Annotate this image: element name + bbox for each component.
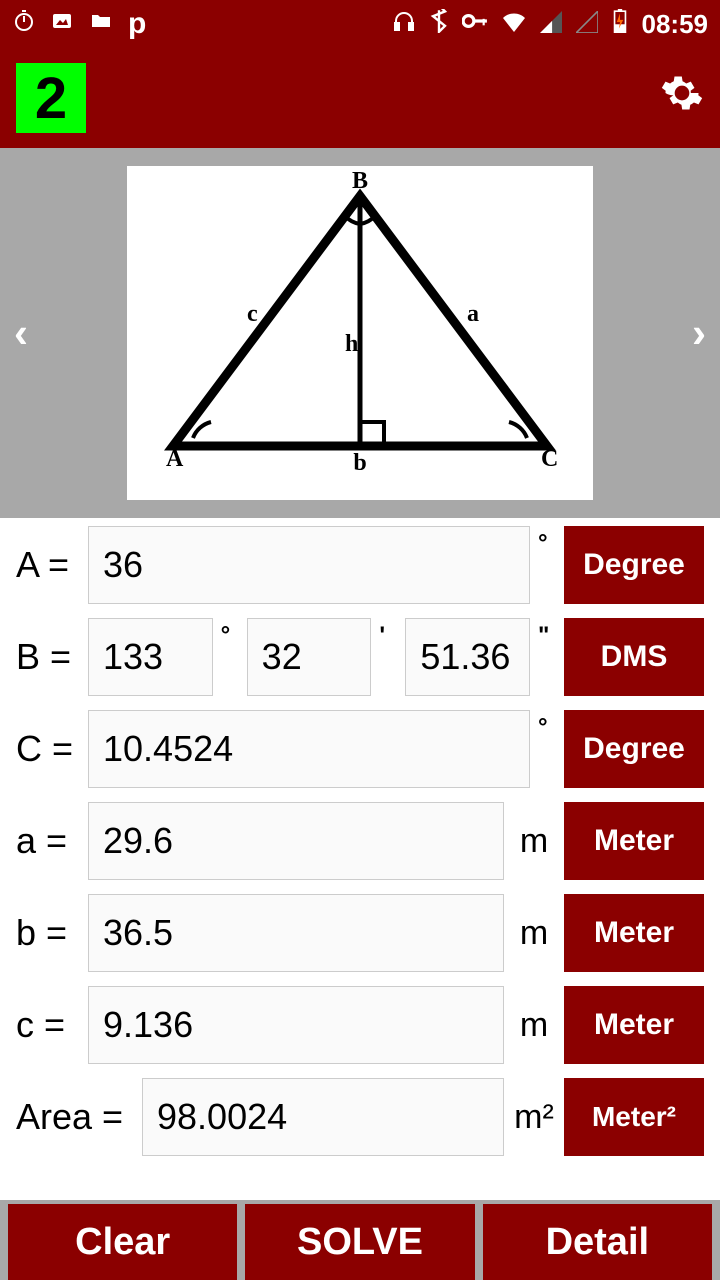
bluetooth-icon [430,9,448,40]
battery-icon [612,9,628,40]
unit-btn-A[interactable]: Degree [564,526,704,604]
label-b: b = [16,912,80,954]
chevron-left-icon[interactable]: ‹ [14,309,28,357]
unit-btn-C[interactable]: Degree [564,710,704,788]
input-area[interactable]: 98.0024 [142,1078,504,1156]
label-area: Area = [16,1096,134,1138]
input-angle-A[interactable]: 36 [88,526,530,604]
min-symbol-B: ' [379,622,397,650]
unit-btn-area[interactable]: Meter² [564,1078,704,1156]
unit-btn-c[interactable]: Meter [564,986,704,1064]
svg-text:a: a [467,301,479,327]
image-icon [50,9,74,40]
headphones-icon [392,9,416,40]
wifi-icon [502,9,526,40]
row-side-c: c = 9.136 m Meter [16,986,704,1064]
deg-symbol-C: ° [538,714,556,742]
svg-text:c: c [247,301,258,327]
unit-btn-B[interactable]: DMS [564,618,704,696]
bottom-bar: Clear SOLVE Detail [0,1200,720,1280]
timer-icon [12,9,36,40]
row-area: Area = 98.0024 m² Meter² [16,1078,704,1156]
input-side-c[interactable]: 9.136 [88,986,504,1064]
form: A = 36 ° Degree B = 133 ° 32 ' 51.36 " D… [0,518,720,1156]
clock-text: 08:59 [642,9,709,40]
svg-text:h: h [345,331,358,357]
label-a: a = [16,820,80,862]
signal-icon [540,9,562,40]
label-A: A = [16,544,80,586]
svg-text:B: B [352,168,368,194]
solve-button[interactable]: SOLVE [245,1204,474,1280]
unit-area: m² [512,1098,556,1137]
signal2-icon [576,9,598,40]
unit-a: m [512,822,556,861]
label-C: C = [16,728,80,770]
row-angle-B: B = 133 ° 32 ' 51.36 " DMS [16,618,704,696]
row-side-a: a = 29.6 m Meter [16,802,704,880]
svg-text:C: C [541,446,558,472]
row-angle-C: C = 10.4524 ° Degree [16,710,704,788]
row-side-b: b = 36.5 m Meter [16,894,704,972]
unit-btn-a[interactable]: Meter [564,802,704,880]
svg-text:b: b [353,450,366,476]
key-icon [462,9,488,40]
deg-symbol: ° [538,530,556,558]
svg-text:A: A [166,446,184,472]
clear-button[interactable]: Clear [8,1204,237,1280]
input-side-b[interactable]: 36.5 [88,894,504,972]
input-B-deg[interactable]: 133 [88,618,213,696]
row-angle-A: A = 36 ° Degree [16,526,704,604]
status-bar: p 08:59 [0,0,720,48]
p-icon: p [128,7,146,41]
detail-button[interactable]: Detail [483,1204,712,1280]
sec-symbol-B: " [538,622,556,650]
input-B-min[interactable]: 32 [247,618,372,696]
folder-icon [88,9,114,40]
triangle-diagram: B A C c a h b [127,166,593,500]
input-B-sec[interactable]: 51.36 [405,618,530,696]
unit-b: m [512,914,556,953]
label-B: B = [16,636,80,678]
diagram-area: ‹ B A C c a h b › [0,148,720,518]
input-side-a[interactable]: 29.6 [88,802,504,880]
chevron-right-icon[interactable]: › [692,309,706,357]
label-c: c = [16,1004,80,1046]
unit-c: m [512,1006,556,1045]
app-bar: 2 [0,48,720,148]
unit-btn-b[interactable]: Meter [564,894,704,972]
mode-badge[interactable]: 2 [16,63,86,133]
input-angle-C[interactable]: 10.4524 [88,710,530,788]
deg-symbol-B: ° [221,622,239,650]
gear-icon[interactable] [660,71,704,126]
